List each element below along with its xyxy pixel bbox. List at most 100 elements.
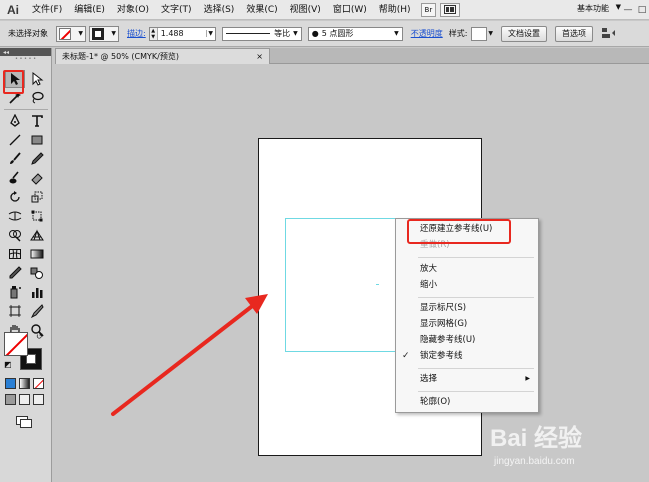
direct-selection-tool[interactable]: [27, 70, 47, 88]
stroke-color-button[interactable]: ▼: [89, 25, 119, 42]
stroke-weight-value[interactable]: 1.488: [158, 29, 206, 38]
blend-icon: [30, 267, 43, 279]
rotate-tool[interactable]: [5, 188, 25, 206]
slice-icon: [30, 304, 44, 318]
graphic-style-swatch[interactable]: [471, 26, 488, 41]
fill-stroke-widget[interactable]: ↺ ◩: [4, 332, 44, 372]
mesh-tool[interactable]: [5, 245, 25, 263]
guide-marker: [376, 284, 379, 285]
drawing-mode-buttons: [5, 394, 44, 405]
column-graph-tool[interactable]: [27, 283, 47, 301]
gradient-tool[interactable]: [27, 245, 47, 263]
eraser-tool[interactable]: [27, 169, 47, 187]
shape-builder-tool[interactable]: [5, 226, 25, 244]
menu-divider: [418, 368, 534, 369]
stroke-weight-stepper[interactable]: ▲ ▼ 1.488 ▼: [148, 26, 216, 41]
context-menu: 还原建立参考线(U) 重做(R) 放大 缩小 显示标尺(S) 显示网格(G) 隐…: [395, 218, 539, 413]
document-setup-button[interactable]: 文档设置: [501, 25, 548, 42]
ctx-item-hide-guides[interactable]: 隐藏参考线(U): [396, 333, 538, 347]
direct-selection-icon: [32, 72, 44, 86]
preferences-button[interactable]: 首选项: [555, 25, 594, 42]
pencil-icon: [31, 152, 44, 165]
symbol-sprayer-tool[interactable]: [5, 283, 25, 301]
free-transform-tool[interactable]: [27, 207, 47, 225]
brush-definition[interactable]: ● 5 点圆形 ▼: [307, 26, 403, 41]
menu-view[interactable]: 视图(V): [284, 0, 327, 20]
stepper-arrows-icon[interactable]: ▲ ▼: [149, 27, 158, 40]
perspective-grid-icon: [30, 229, 44, 241]
draw-normal-button[interactable]: [5, 394, 16, 405]
type-tool[interactable]: [27, 112, 47, 130]
slice-tool[interactable]: [27, 302, 47, 320]
chevron-down-icon[interactable]: ▼: [205, 30, 215, 37]
lasso-tool[interactable]: [27, 89, 47, 107]
blob-brush-tool[interactable]: [5, 169, 25, 187]
symbol-sprayer-icon: [10, 286, 21, 299]
opacity-link[interactable]: 不透明度: [411, 28, 443, 39]
menu-window[interactable]: 窗口(W): [327, 0, 373, 20]
pencil-tool[interactable]: [27, 150, 47, 168]
line-segment-tool[interactable]: [5, 131, 25, 149]
chevron-down-icon[interactable]: ▼: [488, 30, 493, 37]
scale-icon: [31, 191, 43, 203]
ctx-item-show-rulers[interactable]: 显示标尺(S): [396, 301, 538, 315]
width-icon: [8, 211, 22, 221]
maximize-icon[interactable]: □: [635, 0, 649, 20]
swap-fill-stroke-icon[interactable]: ↺: [36, 332, 43, 341]
watermark-brand: Bai 经验: [490, 425, 583, 452]
collapse-panel-icon[interactable]: ◂◂: [0, 48, 51, 56]
perspective-grid-tool[interactable]: [27, 226, 47, 244]
menu-object[interactable]: 对象(O): [111, 0, 155, 20]
menu-help[interactable]: 帮助(H): [373, 0, 417, 20]
blend-tool[interactable]: [27, 264, 47, 282]
type-icon: [32, 115, 43, 127]
ctx-item-select-label: 选择: [420, 374, 438, 384]
menu-type[interactable]: 文字(T): [155, 0, 198, 20]
menu-select[interactable]: 选择(S): [198, 0, 241, 20]
screen-mode-button[interactable]: [16, 416, 32, 428]
eyedropper-tool[interactable]: [5, 264, 25, 282]
color-button[interactable]: [5, 378, 16, 389]
ctx-item-select[interactable]: 选择 ▶: [396, 372, 538, 386]
gradient-button[interactable]: [19, 378, 30, 389]
menu-file[interactable]: 文件(F): [26, 0, 68, 20]
none-button[interactable]: [33, 378, 44, 389]
eyedropper-icon: [9, 266, 22, 279]
watermark-url: jingyan.baidu.com: [494, 456, 575, 467]
align-panel-icon[interactable]: [601, 27, 617, 41]
draw-behind-button[interactable]: [19, 394, 30, 405]
variable-width-profile[interactable]: 等比 ▼: [221, 26, 302, 41]
draw-inside-button[interactable]: [33, 394, 44, 405]
ctx-item-show-grid[interactable]: 显示网格(G): [396, 317, 538, 331]
workspace-switcher[interactable]: 基本功能: [577, 3, 609, 14]
ctx-item-zoom-out[interactable]: 缩小: [396, 278, 538, 292]
stroke-link[interactable]: 描边:: [127, 28, 146, 39]
ctx-item-lock-guides[interactable]: ✓ 锁定参考线: [396, 349, 538, 363]
close-icon[interactable]: ×: [256, 52, 263, 61]
fill-swatch-none[interactable]: [4, 332, 28, 356]
tab-document[interactable]: 未标题-1* @ 50% (CMYK/预览) ×: [55, 48, 270, 64]
scale-tool[interactable]: [27, 188, 47, 206]
lasso-icon: [32, 91, 44, 104]
pen-tool[interactable]: [5, 112, 25, 130]
paintbrush-tool[interactable]: [5, 150, 25, 168]
bridge-button[interactable]: Br: [420, 2, 437, 17]
guide-rectangle[interactable]: [285, 218, 397, 352]
brush-label: 5 点圆形: [321, 29, 354, 38]
default-colors-icon[interactable]: ◩: [4, 360, 12, 369]
document-tab-title: 未标题-1* @ 50% (CMYK/预览): [62, 52, 179, 61]
arrange-documents-button[interactable]: [440, 2, 461, 17]
ctx-item-outline[interactable]: 轮廓(O): [396, 395, 538, 409]
menu-edit[interactable]: 编辑(E): [68, 0, 111, 20]
tools-panel: ◂◂ • • • • • ↺ ◩: [0, 48, 52, 482]
blob-brush-icon: [9, 171, 19, 184]
menu-effect[interactable]: 效果(C): [240, 0, 283, 20]
width-tool[interactable]: [5, 207, 25, 225]
rectangle-tool[interactable]: [27, 131, 47, 149]
gradient-icon: [30, 249, 44, 259]
minimize-icon[interactable]: —: [621, 0, 635, 20]
ctx-item-zoom-in[interactable]: 放大: [396, 262, 538, 276]
panel-grip[interactable]: • • • • •: [0, 56, 51, 62]
artboard-tool[interactable]: [5, 302, 25, 320]
fill-color-button[interactable]: ▼: [56, 25, 86, 42]
